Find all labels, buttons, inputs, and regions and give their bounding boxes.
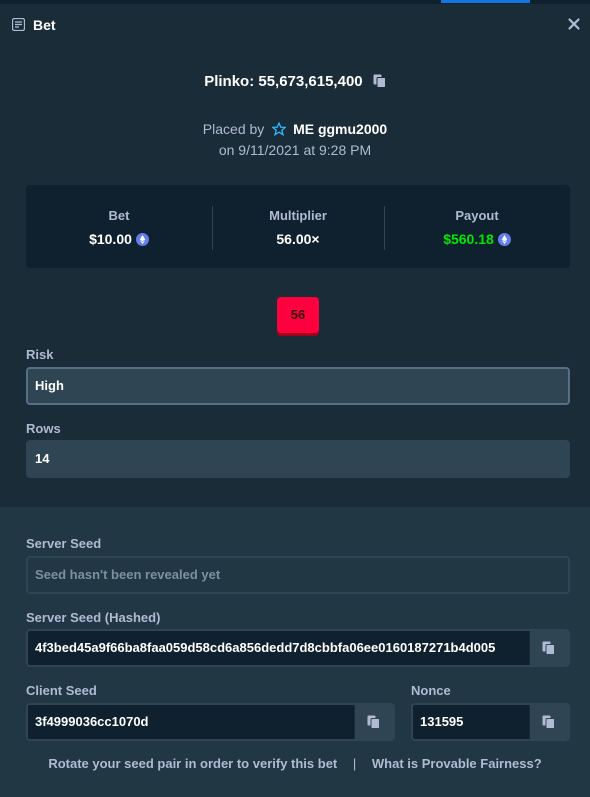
risk-label: Risk <box>26 347 54 362</box>
payout-label: Payout <box>455 208 499 223</box>
nonce-value: 131595 <box>420 714 464 729</box>
multiplier-stat: Multiplier 56.00× <box>212 185 384 268</box>
game-title: Plinko: 55,673,615,400 <box>0 73 590 90</box>
server-seed-field[interactable]: Seed hasn't been revealed yet <box>26 556 570 594</box>
game-id-label: Plinko: 55,673,615,400 <box>204 73 363 90</box>
rotate-seed-link[interactable]: Rotate your seed pair in order to verify… <box>48 756 337 771</box>
copy-icon <box>367 715 380 729</box>
risk-field[interactable]: High <box>26 367 570 405</box>
copy-icon[interactable] <box>373 74 386 88</box>
client-seed-field[interactable]: 3f4999036cc1070d <box>26 703 395 741</box>
eth-icon <box>135 233 149 246</box>
client-seed-label: Client Seed <box>26 683 97 698</box>
client-seed-value: 3f4999036cc1070d <box>35 714 149 729</box>
bet-date: on 9/11/2021 at 9:28 PM <box>218 142 372 158</box>
footer-separator: | <box>352 756 357 771</box>
eth-icon <box>497 233 511 246</box>
bet-amount-stat: Bet $10.00 <box>26 185 212 268</box>
payout-value: $560.18 <box>443 231 494 247</box>
bet-icon <box>12 18 25 31</box>
copy-icon <box>542 641 555 655</box>
nonce-field[interactable]: 131595 <box>411 703 570 741</box>
copy-server-seed-hashed-button[interactable] <box>529 631 568 665</box>
bet-stats-card: Bet $10.00 Multiplier 56.00× Payout $560… <box>26 185 570 268</box>
multiplier-label: Multiplier <box>269 208 327 223</box>
placed-by-prefix: Placed by <box>202 121 265 137</box>
provable-fairness-link[interactable]: What is Provable Fairness? <box>372 756 542 771</box>
copy-icon <box>542 715 555 729</box>
copy-nonce-button[interactable] <box>529 705 568 739</box>
star-icon <box>272 122 287 136</box>
modal-title: Bet <box>33 17 56 33</box>
close-icon[interactable] <box>566 16 582 32</box>
copy-client-seed-button[interactable] <box>354 705 393 739</box>
payout-stat: Payout $560.18 <box>384 185 570 268</box>
rows-field[interactable]: 14 <box>26 440 570 478</box>
bet-label: Bet <box>108 208 130 223</box>
server-seed-label: Server Seed <box>26 536 102 551</box>
nonce-label: Nonce <box>411 683 451 698</box>
username-link[interactable]: ME ggmu2000 <box>293 121 387 137</box>
footer-links: Rotate your seed pair in order to verify… <box>0 756 590 771</box>
active-tab-indicator <box>441 0 530 3</box>
server-seed-hashed-field[interactable]: 4f3bed45a9f66ba8faa059d58cd6a856dedd7d8c… <box>26 629 570 667</box>
server-seed-hashed-label: Server Seed (Hashed) <box>26 610 161 625</box>
placed-by: Placed by ME ggmu2000 <box>0 121 590 137</box>
multiplier-value: 56.00× <box>276 231 320 247</box>
bet-value: $10.00 <box>89 231 132 247</box>
modal-header: Bet <box>0 4 590 44</box>
rows-label: Rows <box>26 421 61 436</box>
server-seed-hashed-value: 4f3bed45a9f66ba8faa059d58cd6a856dedd7d8c… <box>35 640 496 655</box>
result-multiplier-badge: 56 <box>277 297 319 333</box>
